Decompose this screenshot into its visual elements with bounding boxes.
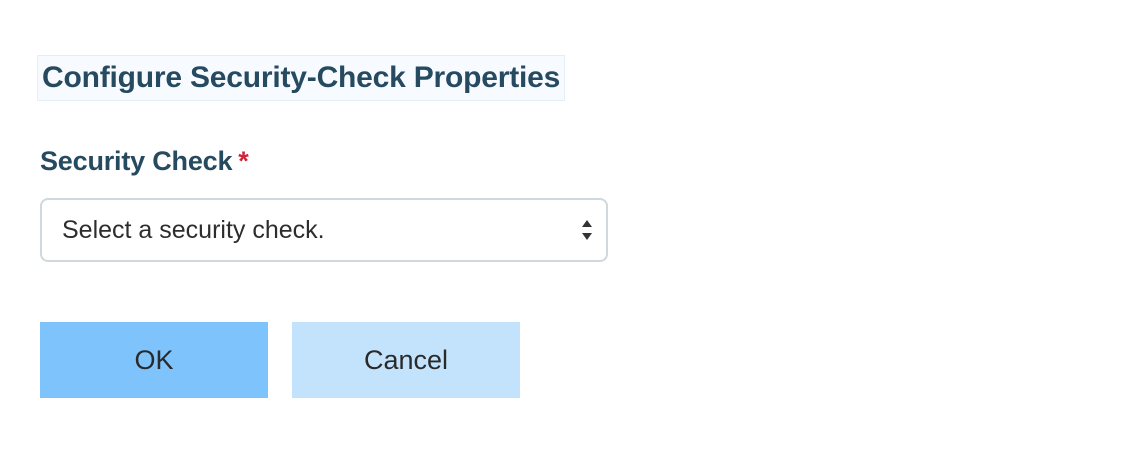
- security-check-dialog: Configure Security-Check Properties Secu…: [0, 0, 1134, 468]
- cancel-button[interactable]: Cancel: [292, 322, 520, 398]
- ok-button[interactable]: OK: [40, 322, 268, 398]
- security-check-select[interactable]: Select a security check.: [40, 198, 608, 262]
- security-check-select-value: Select a security check.: [62, 215, 325, 244]
- security-check-label-text: Security Check: [40, 146, 233, 176]
- security-check-label: Security Check *: [40, 146, 249, 177]
- dialog-title: Configure Security-Check Properties: [38, 56, 565, 100]
- up-down-chevron-icon: [582, 220, 592, 240]
- required-marker: *: [238, 146, 249, 176]
